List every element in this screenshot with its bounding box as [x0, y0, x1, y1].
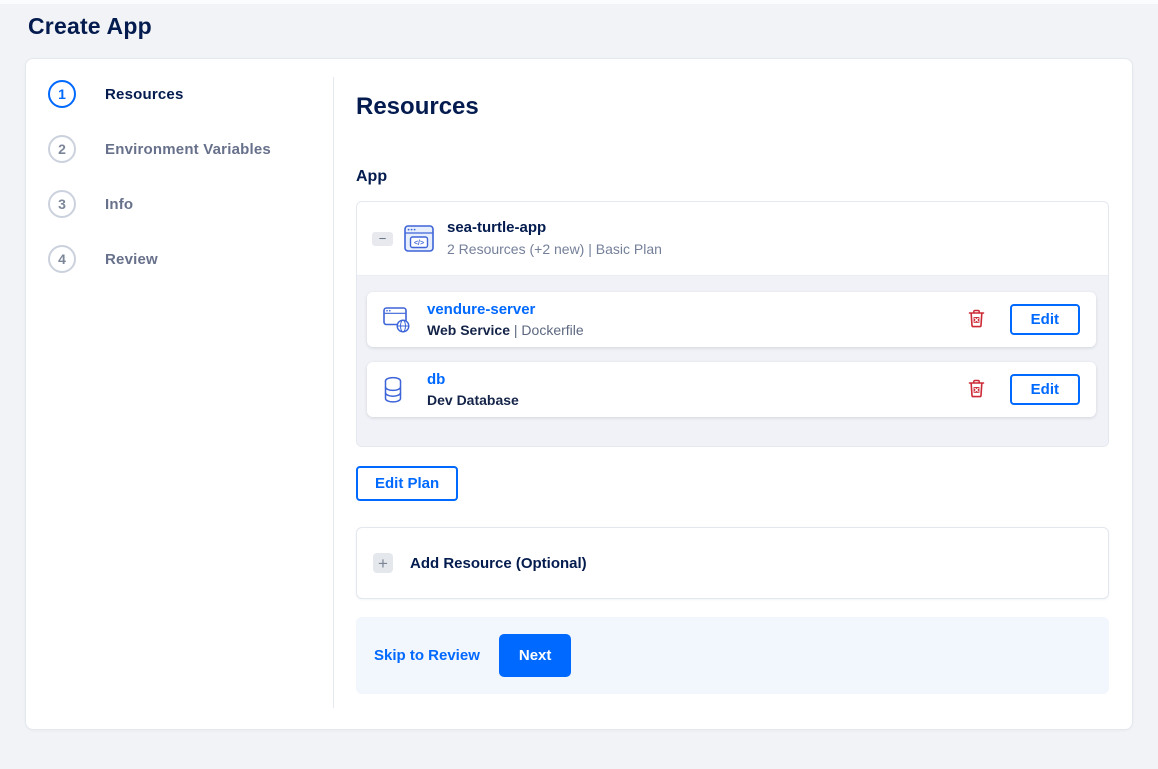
step-number-circle: 1 — [48, 80, 76, 108]
step-environment-variables[interactable]: 2 Environment Variables — [48, 135, 334, 163]
add-resource-label: Add Resource (Optional) — [410, 554, 587, 572]
plus-icon: + — [373, 553, 393, 573]
stepper-divider — [333, 77, 334, 708]
trash-icon — [968, 379, 985, 401]
resource-name-link[interactable]: vendure-server — [427, 301, 535, 319]
resource-type: Dev Database — [427, 391, 519, 408]
resource-description: Web Service | Dockerfile — [427, 321, 584, 339]
resource-description: Dev Database — [427, 391, 519, 409]
next-button[interactable]: Next — [498, 634, 572, 677]
app-card-header: − </> sea-turtle-app 2 Resources (+2 new… — [357, 202, 1108, 275]
step-label: Environment Variables — [105, 140, 271, 158]
app-title-block: sea-turtle-app 2 Resources (+2 new) | Ba… — [447, 219, 662, 258]
wizard-stepper: 1 Resources 2 Environment Variables 3 In… — [26, 59, 334, 729]
create-app-card: 1 Resources 2 Environment Variables 3 In… — [25, 58, 1133, 730]
resource-row-vendure-server: vendure-server Web Service | Dockerfile — [367, 292, 1096, 347]
code-glyph: </> — [414, 240, 424, 247]
resource-source: | Dockerfile — [510, 321, 584, 338]
delete-resource-button[interactable] — [966, 307, 987, 333]
app-code-window-icon: </> — [404, 225, 434, 252]
step-label: Info — [105, 195, 134, 213]
app-group-card: − </> sea-turtle-app 2 Resources (+2 new… — [356, 201, 1109, 447]
app-card-body: vendure-server Web Service | Dockerfile — [357, 275, 1108, 446]
resource-actions: Edit — [966, 304, 1080, 335]
database-icon — [383, 376, 413, 404]
app-section-label: App — [356, 168, 388, 185]
resources-heading: Resources — [356, 93, 479, 120]
resource-type: Web Service — [427, 321, 511, 338]
skip-to-review-link[interactable]: Skip to Review — [374, 647, 480, 664]
wizard-footer: Skip to Review Next — [356, 617, 1109, 694]
step-review[interactable]: 4 Review — [48, 245, 334, 273]
trash-icon — [968, 309, 985, 331]
app-name: sea-turtle-app — [447, 219, 547, 236]
app-summary: 2 Resources (+2 new) | Basic Plan — [447, 241, 662, 257]
resource-row-db: db Dev Database Edit — [367, 362, 1096, 417]
step-label: Resources — [105, 85, 184, 103]
step-resources[interactable]: 1 Resources — [48, 80, 334, 108]
delete-resource-button[interactable] — [966, 377, 987, 403]
edit-plan-button[interactable]: Edit Plan — [356, 466, 459, 501]
step-label: Review — [105, 250, 158, 268]
resource-actions: Edit — [966, 374, 1080, 405]
resource-text-block: vendure-server Web Service | Dockerfile — [427, 301, 584, 339]
web-service-icon — [383, 306, 413, 333]
add-resource-panel[interactable]: + Add Resource (Optional) — [356, 527, 1109, 599]
collapse-app-button[interactable]: − — [372, 231, 393, 246]
step-info[interactable]: 3 Info — [48, 190, 334, 218]
edit-resource-button[interactable]: Edit — [1009, 304, 1080, 335]
step-number-circle: 3 — [48, 190, 76, 218]
page-title: Create App — [28, 13, 152, 39]
step-number-circle: 4 — [48, 245, 76, 273]
resources-step-content: Resources App − </> sea-turtle-app 2 Res… — [334, 59, 1132, 729]
step-number-circle: 2 — [48, 135, 76, 163]
resource-text-block: db Dev Database — [427, 371, 519, 409]
minus-icon: − — [378, 231, 387, 246]
edit-resource-button[interactable]: Edit — [1009, 374, 1080, 405]
resource-name-link[interactable]: db — [427, 371, 445, 389]
